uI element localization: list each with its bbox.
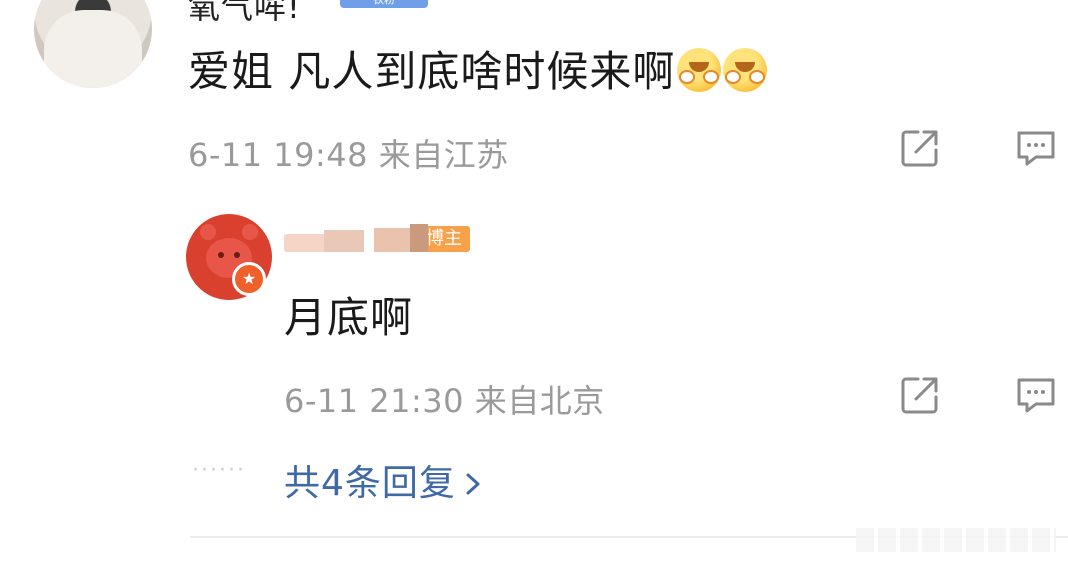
view-replies-link[interactable]: 共4条回复 [284, 454, 482, 506]
avatar-figure [44, 10, 142, 88]
chevron-right-icon [464, 463, 482, 504]
share-icon[interactable] [898, 126, 942, 170]
reply-text: 月底啊 [284, 293, 414, 342]
dotted-separator: ······ [192, 458, 246, 483]
reply-username-blurred[interactable]: 博主 [284, 224, 472, 254]
avatar[interactable] [34, 0, 152, 88]
comment-icon[interactable] [1014, 126, 1058, 170]
reply-timestamp: 6-11 21:30 [284, 382, 465, 420]
reply-location: 来自北京 [474, 382, 605, 420]
comment-timestamp: 6-11 19:48 [188, 136, 369, 174]
view-replies-label: 共4条回复 [284, 463, 456, 504]
blushing-emoji-icon [723, 48, 768, 92]
blushing-emoji-icon [677, 48, 722, 92]
comment-text: 爱姐 凡人到底啥时候来啊 [188, 38, 768, 99]
comment-meta: 6-11 19:48 来自江苏 [188, 130, 509, 176]
reply-meta: 6-11 21:30 来自北京 [284, 376, 605, 422]
comment-text-body: 爱姐 凡人到底啥时候来啊 [188, 47, 676, 96]
comment-location: 来自江苏 [378, 136, 509, 174]
verified-badge-icon: ★ [232, 262, 266, 296]
watermark [856, 528, 1056, 552]
comment-username[interactable]: 氧气哞! [188, 0, 301, 28]
fan-badge: 铁粉 [340, 0, 428, 8]
comment-icon[interactable] [1014, 373, 1058, 417]
share-icon[interactable] [898, 373, 942, 417]
